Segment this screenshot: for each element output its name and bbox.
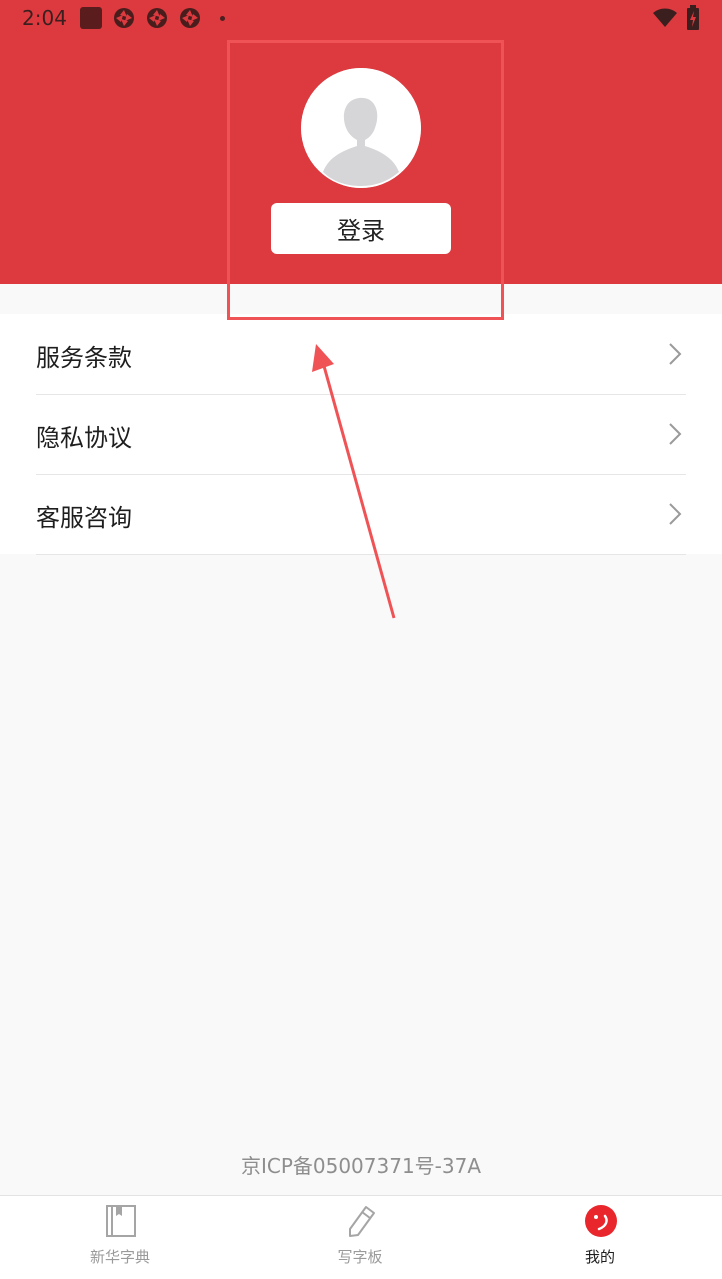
chevron-right-icon bbox=[669, 503, 682, 525]
user-silhouette-icon bbox=[301, 68, 421, 188]
login-button[interactable]: 登录 bbox=[271, 203, 451, 254]
pencil-icon bbox=[349, 1206, 375, 1237]
tab-label: 我的 bbox=[584, 1248, 615, 1266]
more-notifications-dot-icon bbox=[220, 16, 225, 21]
avatar[interactable] bbox=[301, 68, 421, 188]
settings-menu: 服务条款 隐私协议 客服咨询 bbox=[0, 314, 722, 555]
notification-aperture-icon bbox=[114, 8, 134, 28]
menu-item-label: 服务条款 bbox=[36, 344, 132, 372]
status-bar: 2:04 bbox=[0, 0, 722, 36]
chevron-right-icon bbox=[669, 423, 682, 445]
menu-item-privacy[interactable]: 隐私协议 bbox=[36, 394, 686, 475]
book-icon bbox=[106, 1205, 136, 1237]
profile-header: 登录 bbox=[0, 0, 722, 284]
menu-item-support[interactable]: 客服咨询 bbox=[36, 474, 686, 555]
tab-label: 写字板 bbox=[337, 1248, 383, 1266]
tab-label: 新华字典 bbox=[89, 1248, 150, 1266]
wifi-icon bbox=[653, 8, 677, 27]
menu-item-terms[interactable]: 服务条款 bbox=[36, 314, 686, 395]
chevron-right-icon bbox=[669, 343, 682, 365]
notification-aperture-icon bbox=[147, 8, 167, 28]
menu-item-label: 客服咨询 bbox=[36, 504, 132, 532]
tab-me[interactable]: 我的 bbox=[480, 1196, 720, 1279]
tab-dictionary[interactable]: 新华字典 bbox=[0, 1196, 240, 1279]
notification-aperture-icon bbox=[180, 8, 200, 28]
tab-writing-pad[interactable]: 写字板 bbox=[240, 1196, 480, 1279]
status-time: 2:04 bbox=[22, 6, 67, 30]
bottom-tab-bar: 新华字典 写字板 我的 bbox=[0, 1195, 722, 1279]
notification-app-icon bbox=[80, 7, 102, 29]
battery-charging-icon bbox=[687, 5, 699, 30]
smile-icon bbox=[585, 1205, 617, 1237]
icp-license-text: 京ICP备05007371号-37A bbox=[240, 1154, 482, 1178]
menu-item-label: 隐私协议 bbox=[36, 424, 132, 452]
